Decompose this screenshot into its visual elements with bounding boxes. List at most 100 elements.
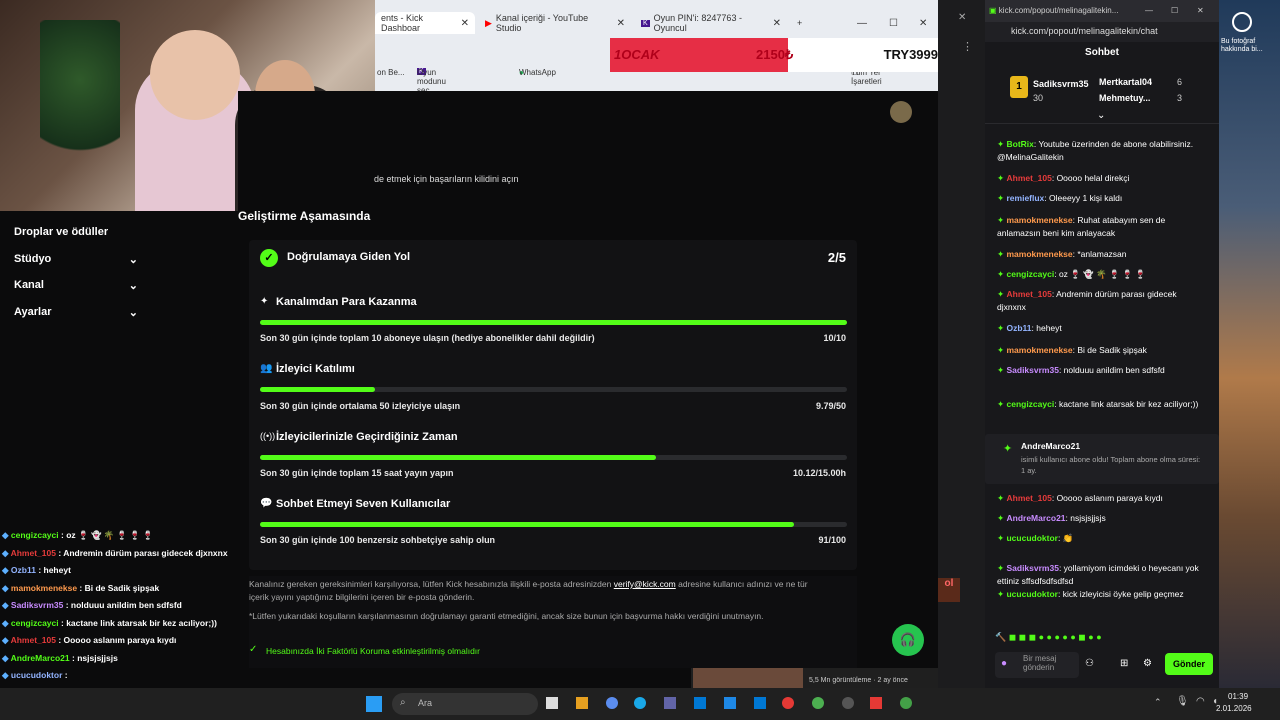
support-icon[interactable]: 🎧 [892, 624, 924, 656]
overlay-text: : heheyt [35, 565, 71, 575]
send-button[interactable]: Gönder [1165, 653, 1213, 675]
task-view-icon[interactable] [546, 697, 558, 709]
tab-kahoot[interactable]: K Oyun PIN'i: 8247763 - Oyuncul ✕ [635, 12, 787, 34]
new-tab-button[interactable]: + [791, 12, 808, 34]
app-icon[interactable] [724, 697, 736, 709]
tab-kick-dashboard[interactable]: ents - Kick Dashboar ✕ [375, 12, 475, 34]
broadcast-icon: ((•)) [260, 431, 276, 441]
gift-icon[interactable]: ⊞ [1120, 658, 1128, 669]
chat-text: : heheyt [1031, 323, 1062, 333]
sidebar-item-drops[interactable]: Droplar ve ödüller [14, 226, 138, 238]
abone-logo: ol [938, 578, 960, 602]
req-title: Kanalımdan Para Kazanma [276, 296, 417, 308]
start-icon[interactable] [366, 696, 382, 712]
overlay-chat-message: ◆ AndreMarco21 : nsjsjsjjsjs [2, 653, 118, 664]
chat-username[interactable]: mamokmenekse [1006, 215, 1072, 225]
chat-text: : nsjsjsjjsjs [1065, 513, 1106, 523]
req-value: 10/10 [823, 333, 846, 343]
chevron-down-icon[interactable]: ⌄ [1097, 110, 1105, 121]
overlay-username: Sadiksvrm35 [10, 600, 64, 610]
minimize-button[interactable]: — [851, 12, 873, 34]
chevron-up-icon[interactable]: ⌃ [1154, 697, 1162, 708]
chat-username[interactable]: Sadiksvrm35 [1006, 365, 1058, 375]
chat-username[interactable]: ucucudoktor [1006, 533, 1057, 543]
explorer-icon[interactable] [576, 697, 588, 709]
sub-username[interactable]: AndreMarco21 [1021, 441, 1080, 451]
app-icon[interactable] [606, 697, 618, 709]
streamer-head [150, 30, 240, 120]
wifi-icon[interactable]: ◠ [1196, 696, 1205, 707]
avatar[interactable] [890, 101, 912, 123]
overlay-chat-message: ◆ Sadiksvrm35 : nolduuu anildim ben sdfs… [2, 600, 182, 611]
more-options-icon[interactable]: ⋮ [962, 40, 973, 53]
close-icon[interactable]: ✕ [958, 12, 966, 23]
overlay-text: : kactane link atarsak bir kez acıliyor;… [58, 617, 217, 628]
microphone-icon[interactable]: ● [1001, 658, 1007, 669]
chat-username[interactable]: Sadiksvrm35 [1006, 563, 1058, 573]
emote-bar[interactable]: 🔨 ◼ ◼ ◼ ● ● ● ● ● ◼ ● ● [995, 632, 1205, 646]
top-gifter-name[interactable]: Mehmetuy... [1099, 93, 1150, 103]
close-icon[interactable]: ✕ [609, 18, 625, 29]
app-icon[interactable] [812, 697, 824, 709]
overlay-text: : oz 🍷 👻 🌴 🍷 🍷 🍷 [58, 530, 154, 540]
chevron-down-icon: ⌄ [128, 307, 138, 319]
maximize-button[interactable]: ☐ [883, 12, 904, 34]
youtube-icon[interactable] [870, 697, 882, 709]
promo-banner: 1OCAK 2150₺ TRY3999 [610, 38, 940, 72]
chat-username[interactable]: BotRix [1006, 139, 1033, 149]
overlay-chat-message: ◆ ucucudoktor : [2, 670, 68, 681]
overlay-username: cengizcayci [10, 617, 59, 628]
chrome-icon[interactable] [782, 697, 794, 709]
teams-icon[interactable] [664, 697, 676, 709]
clock-date[interactable]: 2.01.2026 [1216, 704, 1252, 713]
badge-icon: ◆ [2, 547, 11, 558]
close-icon[interactable]: ✕ [453, 18, 469, 29]
overlay-chat-message: ◆ Ozb11 : heheyt [2, 565, 71, 576]
top-gifter-name[interactable]: Mertkartal04 [1099, 77, 1152, 87]
overlay-text: : Bi de Sadik şipşak [77, 582, 160, 593]
youtube-notification: 5,5 Mn görüntüleme · 2 ay önce [691, 668, 938, 688]
chat-text: : nolduuu anildim ben sdfsfd [1058, 365, 1165, 375]
sidebar-item-channel[interactable]: Kanal ⌄ [14, 279, 138, 292]
star-icon: ✦ [1003, 443, 1013, 455]
close-window-button[interactable]: ✕ [913, 12, 933, 34]
chat-username[interactable]: mamokmenekse [1006, 249, 1072, 259]
sidebar-item-settings[interactable]: Ayarlar ⌄ [14, 306, 138, 319]
chat-username[interactable]: cengizcayci [1006, 269, 1054, 279]
req-title: İzleyici Katılımı [276, 363, 355, 375]
clock-time[interactable]: 01:39 [1228, 692, 1248, 701]
chat-input[interactable]: ● Bir mesaj gönderin [995, 652, 1079, 678]
tab-youtube-studio[interactable]: ▶ Kanal içeriği - YouTube Studio ✕ [479, 12, 631, 34]
verify-email-link[interactable]: verify@kick.com [614, 579, 676, 589]
obs-icon[interactable] [842, 697, 854, 709]
close-icon[interactable]: ✕ [765, 18, 781, 29]
store-icon[interactable] [694, 697, 706, 709]
progress-bar [260, 387, 847, 392]
overlay-username: cengizcayci [10, 530, 59, 540]
chat-text: : Oleeeyy 1 kişi kaldı [1044, 193, 1123, 203]
bookmark[interactable]: on Be... [377, 68, 405, 77]
chat-username[interactable]: mamokmenekse [1006, 345, 1072, 355]
app-icon[interactable] [900, 697, 912, 709]
edge-icon[interactable] [634, 697, 646, 709]
chat-username[interactable]: Ahmet_105 [1006, 493, 1051, 503]
outlook-icon[interactable] [754, 697, 766, 709]
chat-username[interactable]: Ozb11 [1006, 323, 1031, 333]
badge-icon: ◆ [2, 635, 11, 645]
emoji-icon[interactable]: ⚇ [1085, 658, 1094, 669]
sidebar-item-studio[interactable]: Stüdyo ⌄ [14, 253, 138, 266]
camera-icon[interactable] [1232, 12, 1252, 32]
chat-username[interactable]: ucucudoktor [1006, 589, 1057, 599]
top-gifter-name[interactable]: Sadiksvrm35 [1033, 79, 1089, 89]
gear-icon[interactable]: ⚙ [1143, 658, 1152, 669]
req-desc: Son 30 gün içinde toplam 15 saat yayın y… [260, 468, 454, 478]
chat-username[interactable]: Ahmet_105 [1006, 289, 1051, 299]
chat-username[interactable]: cengizcayci [1006, 399, 1054, 409]
search-box[interactable]: ⌕ Ara [392, 693, 538, 715]
microphone-icon[interactable]: 🎙 [1176, 696, 1189, 707]
chat-username[interactable]: Ahmet_105 [1006, 173, 1051, 183]
section-title: Geliştirme Aşamasında [238, 209, 371, 223]
chat-username[interactable]: remieflux [1006, 193, 1044, 203]
chat-message: ✦ Ahmet_105: Ooooo aslanım paraya kıydı [997, 492, 1207, 505]
chat-username[interactable]: AndreMarco21 [1006, 513, 1065, 523]
